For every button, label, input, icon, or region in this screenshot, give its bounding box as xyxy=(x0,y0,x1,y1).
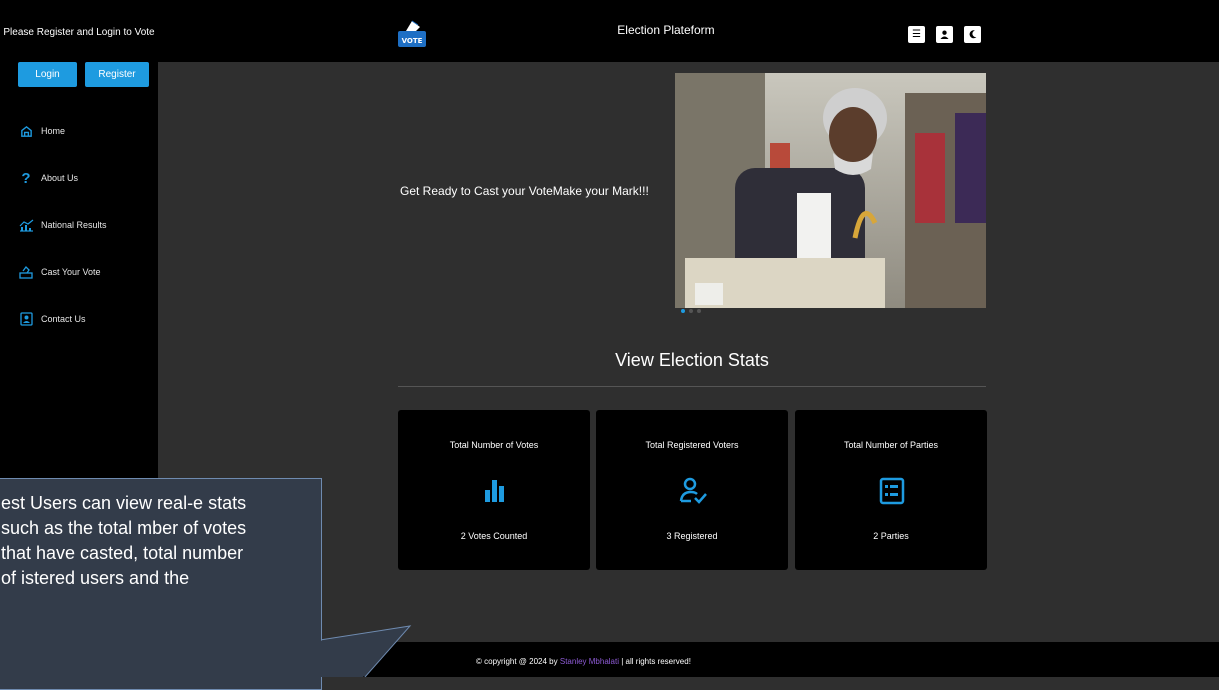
sidebar-prompt: Please Register and Login to Vote xyxy=(3,27,155,38)
divider xyxy=(398,386,986,387)
stat-card-label: Total Registered Voters xyxy=(645,440,739,450)
user-button[interactable] xyxy=(936,26,953,43)
callout-text: est Users can view real-e stats such as … xyxy=(1,493,247,588)
footer-prefix: © copyright @ 2024 by xyxy=(476,657,558,666)
moon-icon xyxy=(969,30,977,42)
stat-card-value: 3 Registered xyxy=(666,531,718,541)
stat-card-parties: Total Number of Parties 2 Parties xyxy=(795,410,987,570)
ballot-icon xyxy=(18,264,34,280)
vote-logo: VOTE xyxy=(396,18,428,48)
sidebar-item-national-results[interactable]: National Results xyxy=(18,217,107,233)
sidebar-item-label: Contact Us xyxy=(41,314,86,324)
sidebar-item-label: Home xyxy=(41,126,66,136)
contact-card-icon xyxy=(18,311,34,327)
stat-card-registered: Total Registered Voters 3 Registered xyxy=(596,410,788,570)
register-button[interactable]: Register xyxy=(85,62,149,87)
bar-chart-icon xyxy=(478,474,512,508)
sidebar-item-label: National Results xyxy=(41,220,107,230)
list-icon xyxy=(875,474,909,508)
carousel-dot[interactable] xyxy=(681,309,685,313)
footer-text: © copyright @ 2024 by Stanley Mbhalati |… xyxy=(476,657,691,666)
stats-title: View Election Stats xyxy=(615,350,769,370)
theme-toggle-button[interactable] xyxy=(964,26,981,43)
annotation-callout: est Users can view real-e stats such as … xyxy=(0,478,322,690)
stat-card-votes: Total Number of Votes 2 Votes Counted xyxy=(398,410,590,570)
stat-card-label: Total Number of Parties xyxy=(843,440,939,450)
sidebar-item-contact[interactable]: Contact Us xyxy=(18,311,86,327)
footer-suffix: | all rights reserved! xyxy=(621,657,691,666)
sidebar-item-label: Cast Your Vote xyxy=(41,267,101,277)
carousel-dot[interactable] xyxy=(689,309,693,313)
menu-button[interactable]: ☰ xyxy=(908,26,925,43)
sidebar-item-cast-vote[interactable]: Cast Your Vote xyxy=(18,264,101,280)
home-icon xyxy=(18,123,34,139)
sidebar-item-home[interactable]: Home xyxy=(18,123,65,139)
app-title: Election Plateform xyxy=(617,23,715,37)
footer-author-link[interactable]: Stanley Mbhalati xyxy=(560,657,619,666)
carousel-indicators xyxy=(681,309,701,313)
sidebar-item-label: About Us xyxy=(41,173,79,183)
stat-card-label: Total Number of Votes xyxy=(449,440,539,450)
menu-icon: ☰ xyxy=(912,29,921,40)
login-button[interactable]: Login xyxy=(18,62,77,87)
stat-card-value: 2 Votes Counted xyxy=(460,531,528,541)
stat-card-value: 2 Parties xyxy=(873,531,909,541)
user-icon xyxy=(940,30,949,42)
question-icon: ? xyxy=(21,169,31,187)
carousel-dot[interactable] xyxy=(697,309,701,313)
user-check-icon xyxy=(676,474,710,508)
sidebar-item-about[interactable]: ? About Us xyxy=(18,169,79,187)
svg-text:VOTE: VOTE xyxy=(402,37,423,45)
hero-tagline: Get Ready to Cast your VoteMake your Mar… xyxy=(400,184,649,198)
hero-carousel-image[interactable] xyxy=(675,73,986,308)
chart-line-icon xyxy=(18,217,34,233)
